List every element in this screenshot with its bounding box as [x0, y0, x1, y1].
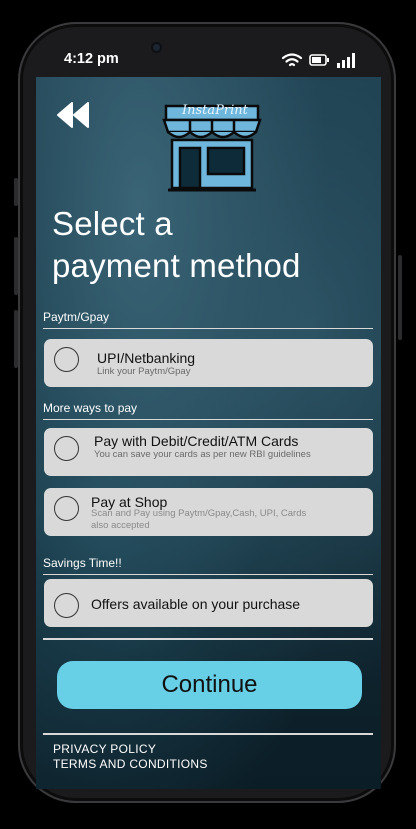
option-upi-title: UPI/Netbanking	[97, 350, 196, 366]
status-bar: 4:12 pm	[0, 0, 416, 77]
privacy-policy-link[interactable]: PRIVACY POLICY	[53, 742, 156, 756]
option-shop[interactable]: Pay at Shop Scan and Pay using Paytm/Gpa…	[44, 488, 373, 536]
terms-link[interactable]: TERMS AND CONDITIONS	[53, 757, 208, 771]
side-button-left-3	[14, 310, 18, 368]
option-offers[interactable]: Offers available on your purchase	[44, 579, 373, 627]
divider-top	[43, 638, 373, 640]
section-label-paytm: Paytm/Gpay	[43, 310, 373, 329]
option-offers-title: Offers available on your purchase	[91, 596, 301, 612]
radio-offers[interactable]	[54, 593, 79, 618]
signal-icon	[337, 52, 355, 68]
side-button-right	[398, 255, 402, 340]
option-upi-subtitle: Link your Paytm/Gpay	[97, 366, 191, 377]
status-icons	[282, 51, 355, 69]
page-title: Select a payment method	[52, 203, 301, 287]
radio-cards[interactable]	[54, 436, 79, 461]
store-logo: InstaPrint	[160, 102, 264, 199]
wifi-icon	[282, 52, 302, 66]
section-label-more: More ways to pay	[43, 401, 373, 420]
option-shop-subtitle: Scan and Pay using Paytm/Gpay,Cash, UPI,…	[91, 508, 307, 531]
continue-button[interactable]: Continue	[57, 661, 362, 709]
back-rewind-icon[interactable]	[56, 101, 92, 129]
radio-shop[interactable]	[54, 496, 79, 521]
divider-bottom	[43, 733, 373, 735]
logo-text: InstaPrint	[182, 103, 248, 118]
option-cards-subtitle: You can save your cards as per new RBI g…	[94, 449, 311, 460]
title-line-2: payment method	[52, 247, 301, 284]
side-button-left-1	[14, 178, 18, 206]
option-cards[interactable]: Pay with Debit/Credit/ATM Cards You can …	[44, 428, 373, 476]
front-camera	[153, 44, 160, 51]
radio-upi[interactable]	[54, 347, 79, 372]
option-cards-title: Pay with Debit/Credit/ATM Cards	[94, 433, 299, 449]
title-line-1: Select a	[52, 205, 173, 242]
side-button-left-2	[14, 237, 18, 295]
option-upi[interactable]: UPI/Netbanking Link your Paytm/Gpay	[44, 339, 373, 387]
section-label-savings: Savings Time!!	[43, 556, 373, 575]
app-screen: InstaPrint Select a payment method Paytm…	[36, 77, 381, 789]
battery-icon	[309, 54, 329, 66]
status-time: 4:12 pm	[64, 51, 119, 67]
